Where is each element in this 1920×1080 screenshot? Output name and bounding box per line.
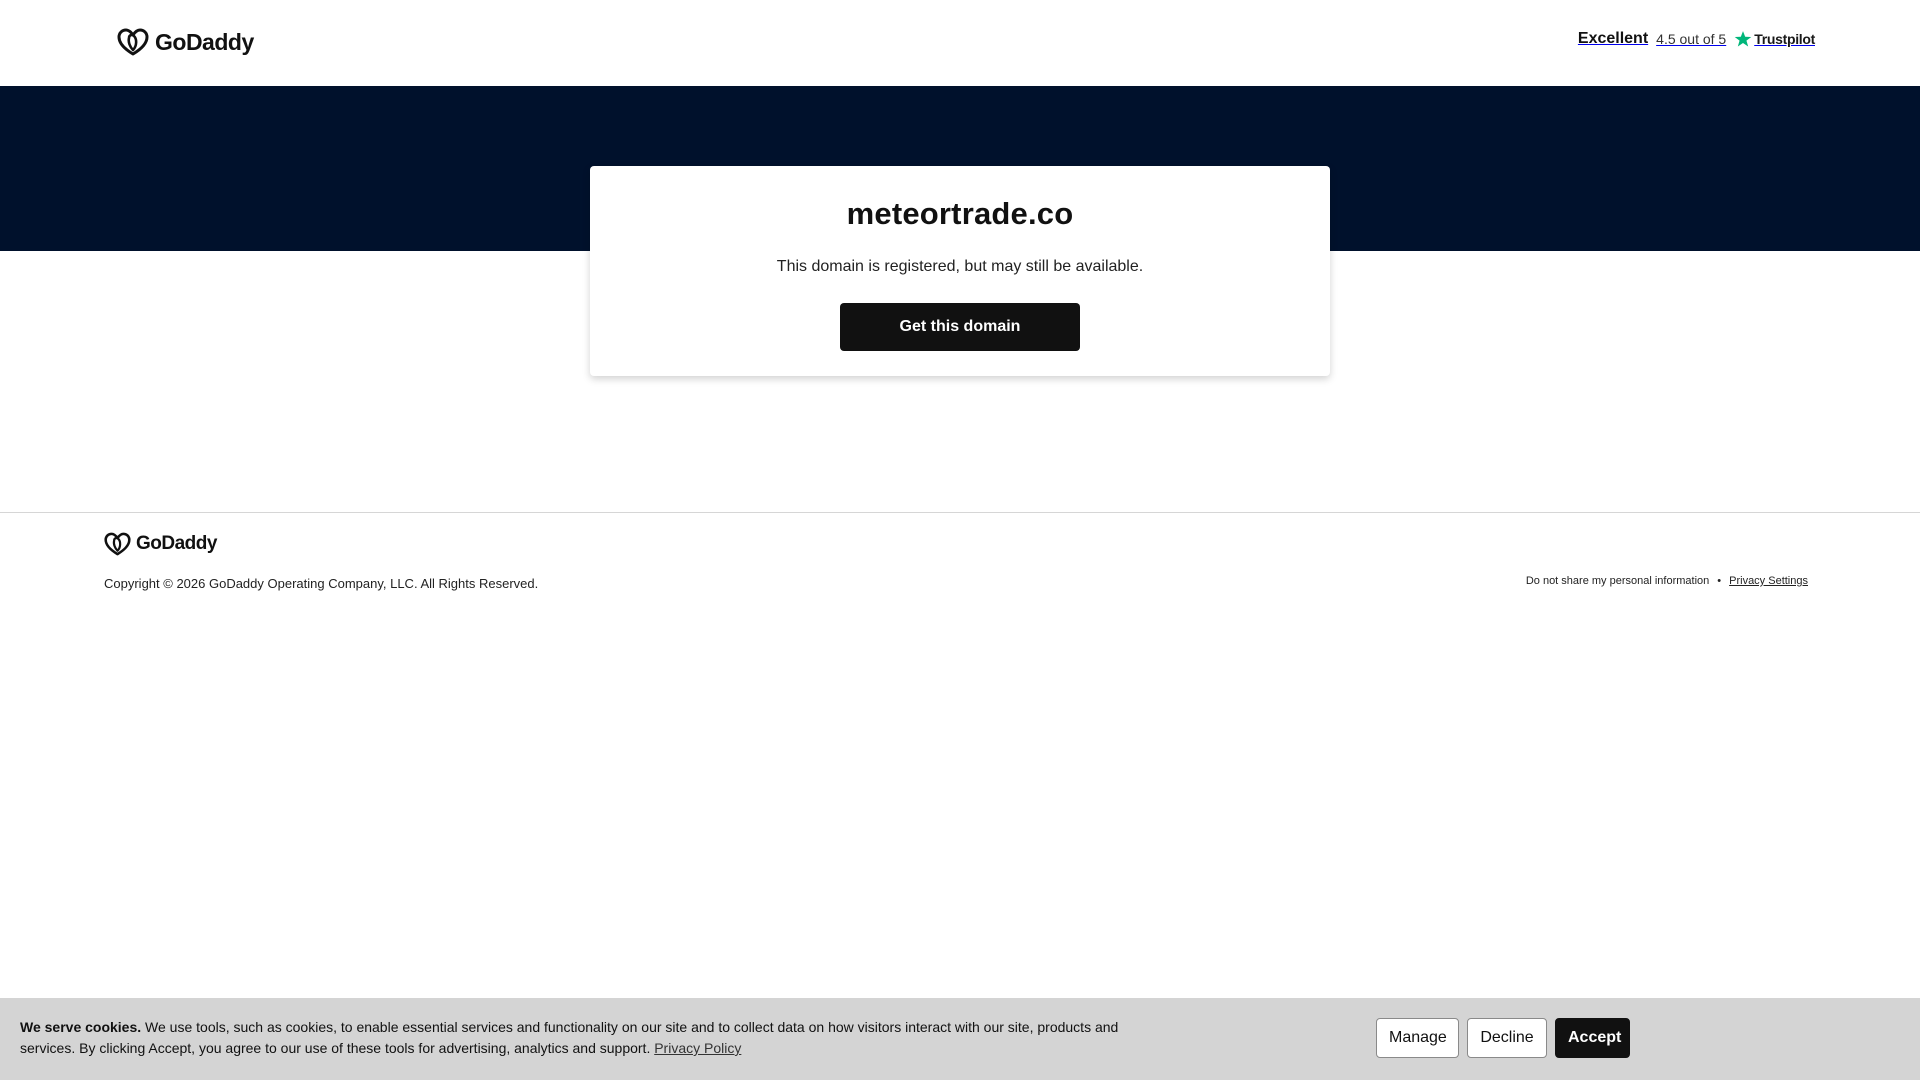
rating-word: Excellent: [1577, 30, 1649, 47]
decline-cookies-button[interactable]: Decline: [1467, 1018, 1547, 1058]
footer-divider: [0, 512, 1920, 513]
trustpilot-name: Trustpilot: [1754, 31, 1815, 47]
rating-score: 4.5 out of 5: [1656, 31, 1727, 47]
footer-legal-links: Do not share my personal information • P…: [1526, 575, 1808, 587]
godaddy-heart-icon: [117, 28, 149, 56]
cookie-banner: We serve cookies. We use tools, such as …: [0, 998, 1920, 1080]
cookie-message: We serve cookies. We use tools, such as …: [20, 1017, 1150, 1059]
copyright-text: Copyright © 2026 GoDaddy Operating Compa…: [104, 576, 539, 591]
domain-status-text: This domain is registered, but may still…: [776, 258, 1144, 275]
legal-separator: •: [1717, 575, 1722, 587]
cookie-body: We use tools, such as cookies, to enable…: [20, 1019, 1119, 1056]
trustpilot-logo: Trustpilot: [1734, 30, 1815, 48]
footer-logo-wordmark: GoDaddy: [136, 533, 217, 554]
site-header: GoDaddy Excellent 4.5 out of 5 Trustpilo…: [0, 0, 1920, 86]
get-domain-button[interactable]: Get this domain: [840, 303, 1080, 351]
domain-card: meteortrade.co This domain is registered…: [590, 166, 1330, 376]
cookie-lead: We serve cookies.: [20, 1019, 142, 1035]
privacy-settings-link[interactable]: Privacy Settings: [1729, 575, 1808, 587]
accept-cookies-button[interactable]: Accept: [1555, 1018, 1630, 1058]
privacy-policy-link[interactable]: Privacy Policy: [654, 1040, 741, 1056]
logo-wordmark: GoDaddy: [155, 28, 254, 55]
godaddy-heart-icon: [104, 532, 131, 556]
manage-cookies-button[interactable]: Manage: [1376, 1018, 1459, 1058]
godaddy-logo[interactable]: GoDaddy: [117, 28, 254, 56]
do-not-share-link[interactable]: Do not share my personal information: [1526, 575, 1709, 587]
domain-name: meteortrade.co: [846, 196, 1074, 231]
trustpilot-rating[interactable]: Excellent 4.5 out of 5 Trustpilot: [1578, 30, 1815, 48]
footer-godaddy-logo[interactable]: GoDaddy: [104, 532, 217, 556]
trustpilot-star-icon: [1734, 31, 1752, 47]
